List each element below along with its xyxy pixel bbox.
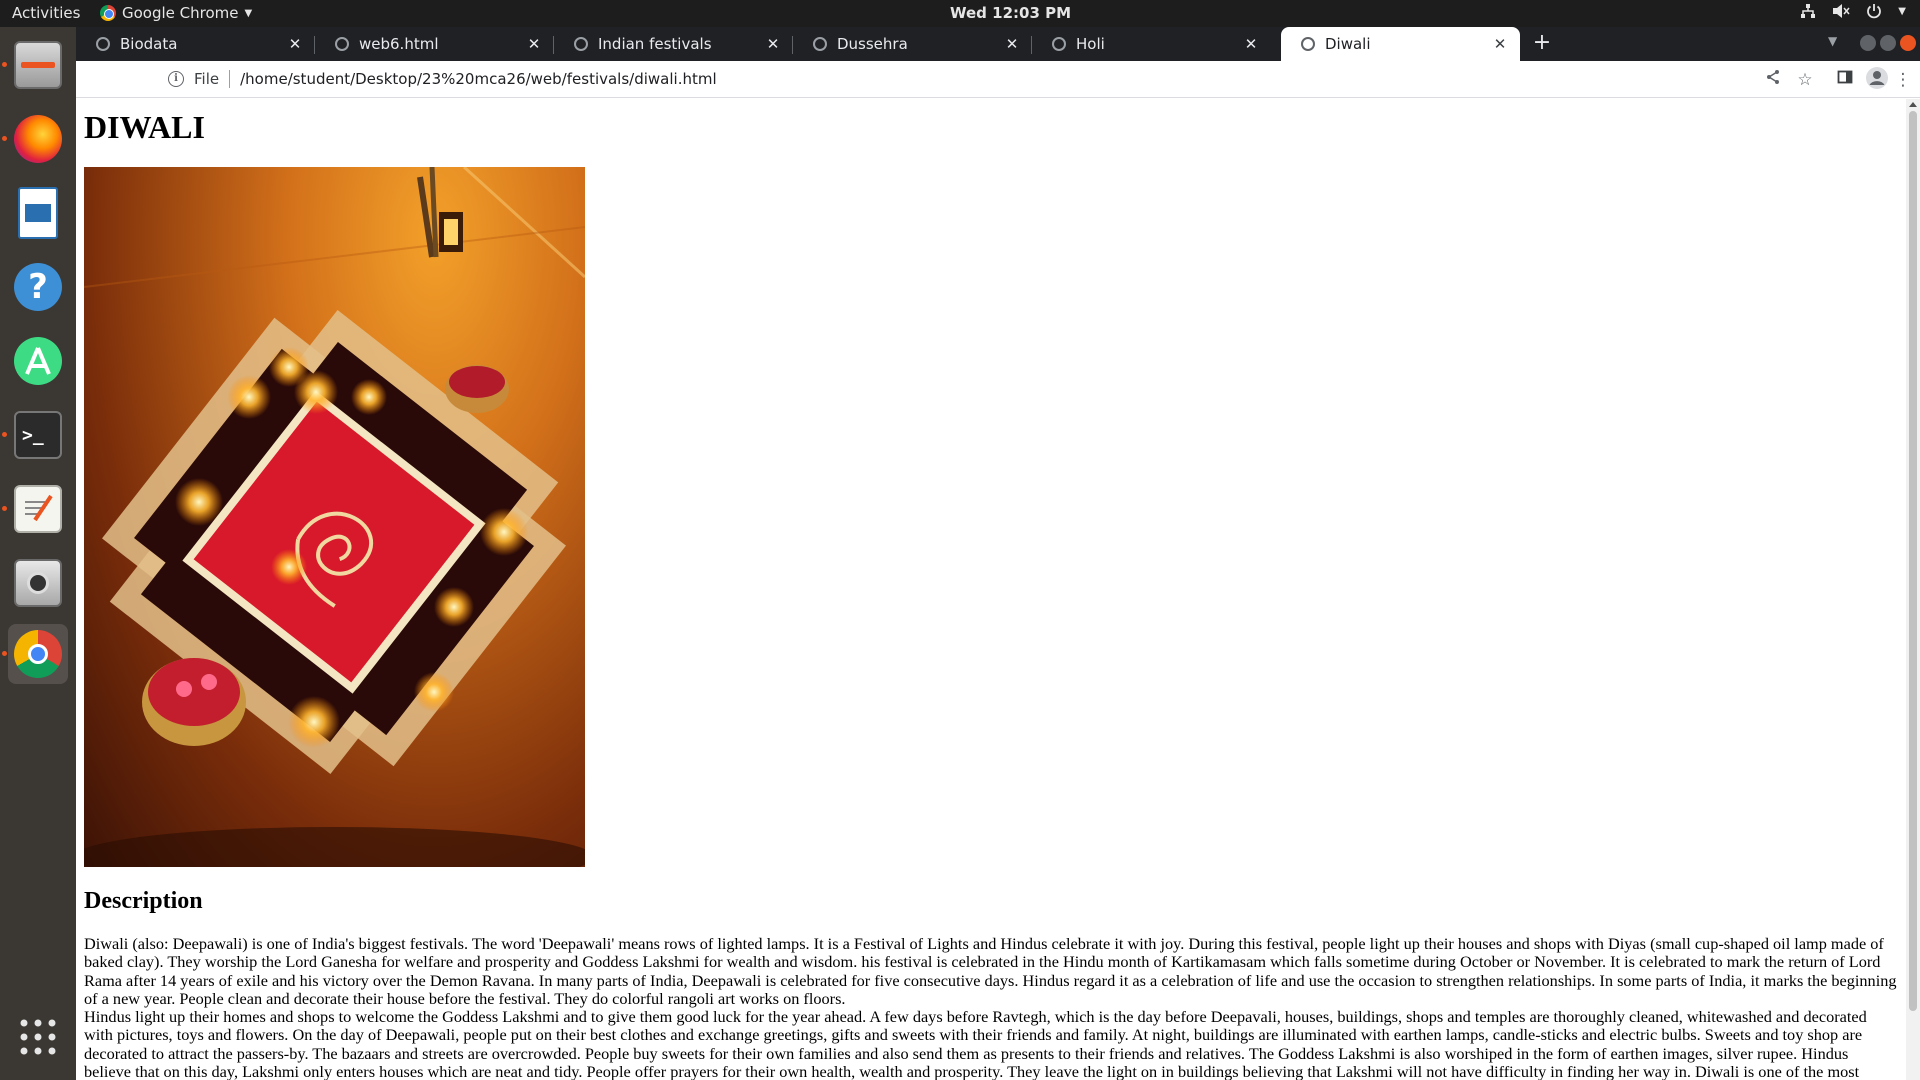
chrome-window: Biodata ✕ web6.html ✕ Indian festivals ✕…: [76, 27, 1920, 1080]
system-menu[interactable]: ▼: [1800, 3, 1906, 19]
document-icon: [18, 187, 58, 239]
divider: [229, 70, 231, 88]
gnome-top-bar: Activities Google Chrome ▼ Wed 12:03 PM …: [0, 0, 1920, 27]
activities-button[interactable]: Activities: [12, 4, 80, 22]
more-menu-icon[interactable]: ⋮: [1890, 67, 1916, 93]
minimize-button[interactable]: [1860, 35, 1876, 51]
tab-title: Holi: [1076, 35, 1105, 53]
dock-chrome[interactable]: [2, 624, 68, 684]
tab-title: Biodata: [120, 35, 178, 53]
dock: ? >_: [0, 27, 76, 1080]
close-icon[interactable]: ✕: [1241, 35, 1261, 53]
tab-title: Dussehra: [837, 35, 908, 53]
file-cabinet-icon: [14, 41, 62, 89]
network-icon: [1801, 4, 1816, 18]
running-indicator: [2, 651, 7, 656]
close-window-button[interactable]: [1900, 35, 1916, 51]
close-icon[interactable]: ✕: [1490, 35, 1510, 53]
tab-holi[interactable]: Holi ✕: [1032, 27, 1271, 61]
running-indicator: [2, 62, 7, 67]
globe-icon: [335, 37, 349, 51]
profile-avatar-icon[interactable]: [1864, 67, 1890, 93]
globe-icon: [96, 37, 110, 51]
tab-title: web6.html: [359, 35, 439, 53]
description-paragraph: Hindus light up their homes and shops to…: [84, 1007, 1867, 1080]
running-indicator: [2, 506, 7, 511]
running-indicator: [2, 432, 7, 437]
globe-icon: [574, 37, 588, 51]
tab-web6[interactable]: web6.html ✕: [315, 27, 554, 61]
dock-terminal[interactable]: >_: [2, 405, 68, 465]
address-bar[interactable]: i File /home/student/Desktop/23%20mca26/…: [76, 64, 1756, 94]
section-heading: Description: [84, 888, 203, 914]
tab-strip: Biodata ✕ web6.html ✕ Indian festivals ✕…: [76, 27, 1920, 61]
dock-show-apps[interactable]: [8, 1007, 68, 1067]
info-icon[interactable]: i: [168, 71, 184, 87]
tab-biodata[interactable]: Biodata ✕: [76, 27, 315, 61]
scrollbar-thumb[interactable]: [1909, 111, 1917, 1011]
dock-writer[interactable]: [8, 183, 68, 243]
app-menu-label: Google Chrome: [122, 4, 239, 22]
tab-indian-festivals[interactable]: Indian festivals ✕: [554, 27, 793, 61]
terminal-icon: >_: [14, 411, 62, 459]
page-content: DIWALI Description Diwali (also: Deepawa…: [84, 99, 1898, 1080]
android-studio-icon: [14, 337, 62, 385]
help-icon: ?: [14, 263, 62, 311]
tab-title: Diwali: [1325, 35, 1371, 53]
rangoli-image: [84, 167, 585, 867]
page-viewport: DIWALI Description Diwali (also: Deepawa…: [76, 99, 1906, 1080]
dock-screenshot[interactable]: [8, 553, 68, 613]
dock-android-studio[interactable]: [8, 331, 68, 391]
page-title: DIWALI: [84, 109, 205, 145]
dock-help[interactable]: ?: [8, 257, 68, 317]
chevron-down-icon: ▼: [244, 7, 253, 19]
tab-diwali[interactable]: Diwali ✕: [1281, 27, 1520, 61]
running-indicator: [2, 136, 7, 141]
globe-icon: [813, 37, 827, 51]
app-grid-icon: [20, 1019, 56, 1055]
close-icon[interactable]: ✕: [763, 35, 783, 53]
chevron-down-icon[interactable]: ▼: [1828, 34, 1837, 48]
close-icon[interactable]: ✕: [1002, 35, 1022, 53]
bookmark-star-icon[interactable]: ☆: [1792, 67, 1818, 93]
close-icon[interactable]: ✕: [285, 35, 305, 53]
dock-firefox[interactable]: [2, 109, 68, 169]
clock[interactable]: Wed 12:03 PM: [950, 4, 1071, 22]
dock-files[interactable]: [2, 35, 68, 95]
camera-icon: [14, 559, 62, 607]
scroll-up-arrow-icon[interactable]: [1909, 102, 1917, 107]
side-panel-icon[interactable]: [1832, 67, 1858, 93]
text-editor-icon: [14, 485, 62, 533]
new-tab-button[interactable]: +: [1530, 32, 1554, 56]
diwali-photo: [84, 167, 585, 867]
close-icon[interactable]: ✕: [524, 35, 544, 53]
volume-muted-icon: [1833, 4, 1850, 18]
globe-icon: [1052, 37, 1066, 51]
firefox-icon: [14, 115, 62, 163]
vertical-scrollbar[interactable]: [1906, 99, 1920, 1080]
chevron-down-icon: ▼: [1898, 5, 1906, 17]
dock-text-editor[interactable]: [2, 479, 68, 539]
scheme-chip[interactable]: File: [194, 70, 219, 88]
power-icon: [1867, 4, 1882, 19]
browser-toolbar: ← → ↻ i File /home/student/Desktop/23%20…: [76, 61, 1920, 98]
chrome-icon: [100, 5, 116, 21]
url-text[interactable]: /home/student/Desktop/23%20mca26/web/fes…: [240, 70, 717, 88]
description-paragraph: Diwali (also: Deepawali) is one of India…: [84, 934, 1897, 1008]
app-menu[interactable]: Google Chrome ▼: [100, 4, 252, 22]
maximize-button[interactable]: [1880, 35, 1896, 51]
tab-title: Indian festivals: [598, 35, 712, 53]
chrome-icon: [14, 630, 62, 678]
share-icon[interactable]: [1760, 67, 1786, 93]
tab-dussehra[interactable]: Dussehra ✕: [793, 27, 1032, 61]
globe-icon: [1301, 37, 1315, 51]
